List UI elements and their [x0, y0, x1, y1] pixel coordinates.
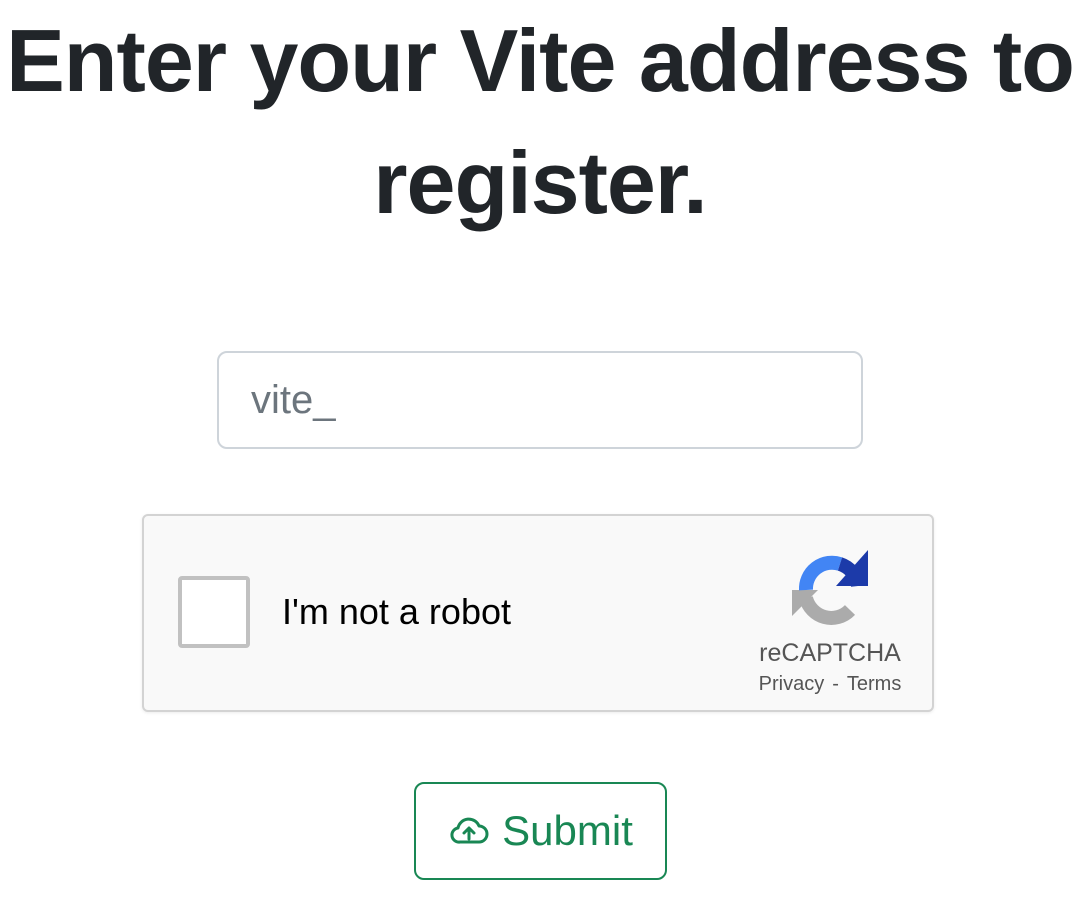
recaptcha-label: I'm not a robot [282, 591, 511, 632]
recaptcha-links: Privacy - Terms [734, 672, 926, 696]
page-title: Enter your Vite address to register. [0, 0, 1080, 244]
vite-address-input[interactable] [217, 351, 863, 449]
submit-button-label: Submit [502, 807, 633, 854]
page-title-line-2: register. [373, 133, 707, 232]
cloud-upload-icon [450, 817, 489, 844]
page-title-line-1: Enter your Vite address to [6, 11, 1075, 110]
recaptcha-checkbox[interactable] [178, 576, 250, 648]
recaptcha-widget: I'm not a robot reCAPTCHA Privacy - Terms [142, 514, 934, 712]
recaptcha-logo-icon [792, 550, 868, 625]
recaptcha-brand-text: reCAPTCHA [759, 639, 901, 667]
recaptcha-links-separator: - [832, 673, 839, 695]
recaptcha-privacy-link[interactable]: Privacy [759, 673, 825, 695]
submit-button[interactable]: Submit [414, 782, 667, 880]
recaptcha-terms-link[interactable]: Terms [847, 673, 901, 695]
